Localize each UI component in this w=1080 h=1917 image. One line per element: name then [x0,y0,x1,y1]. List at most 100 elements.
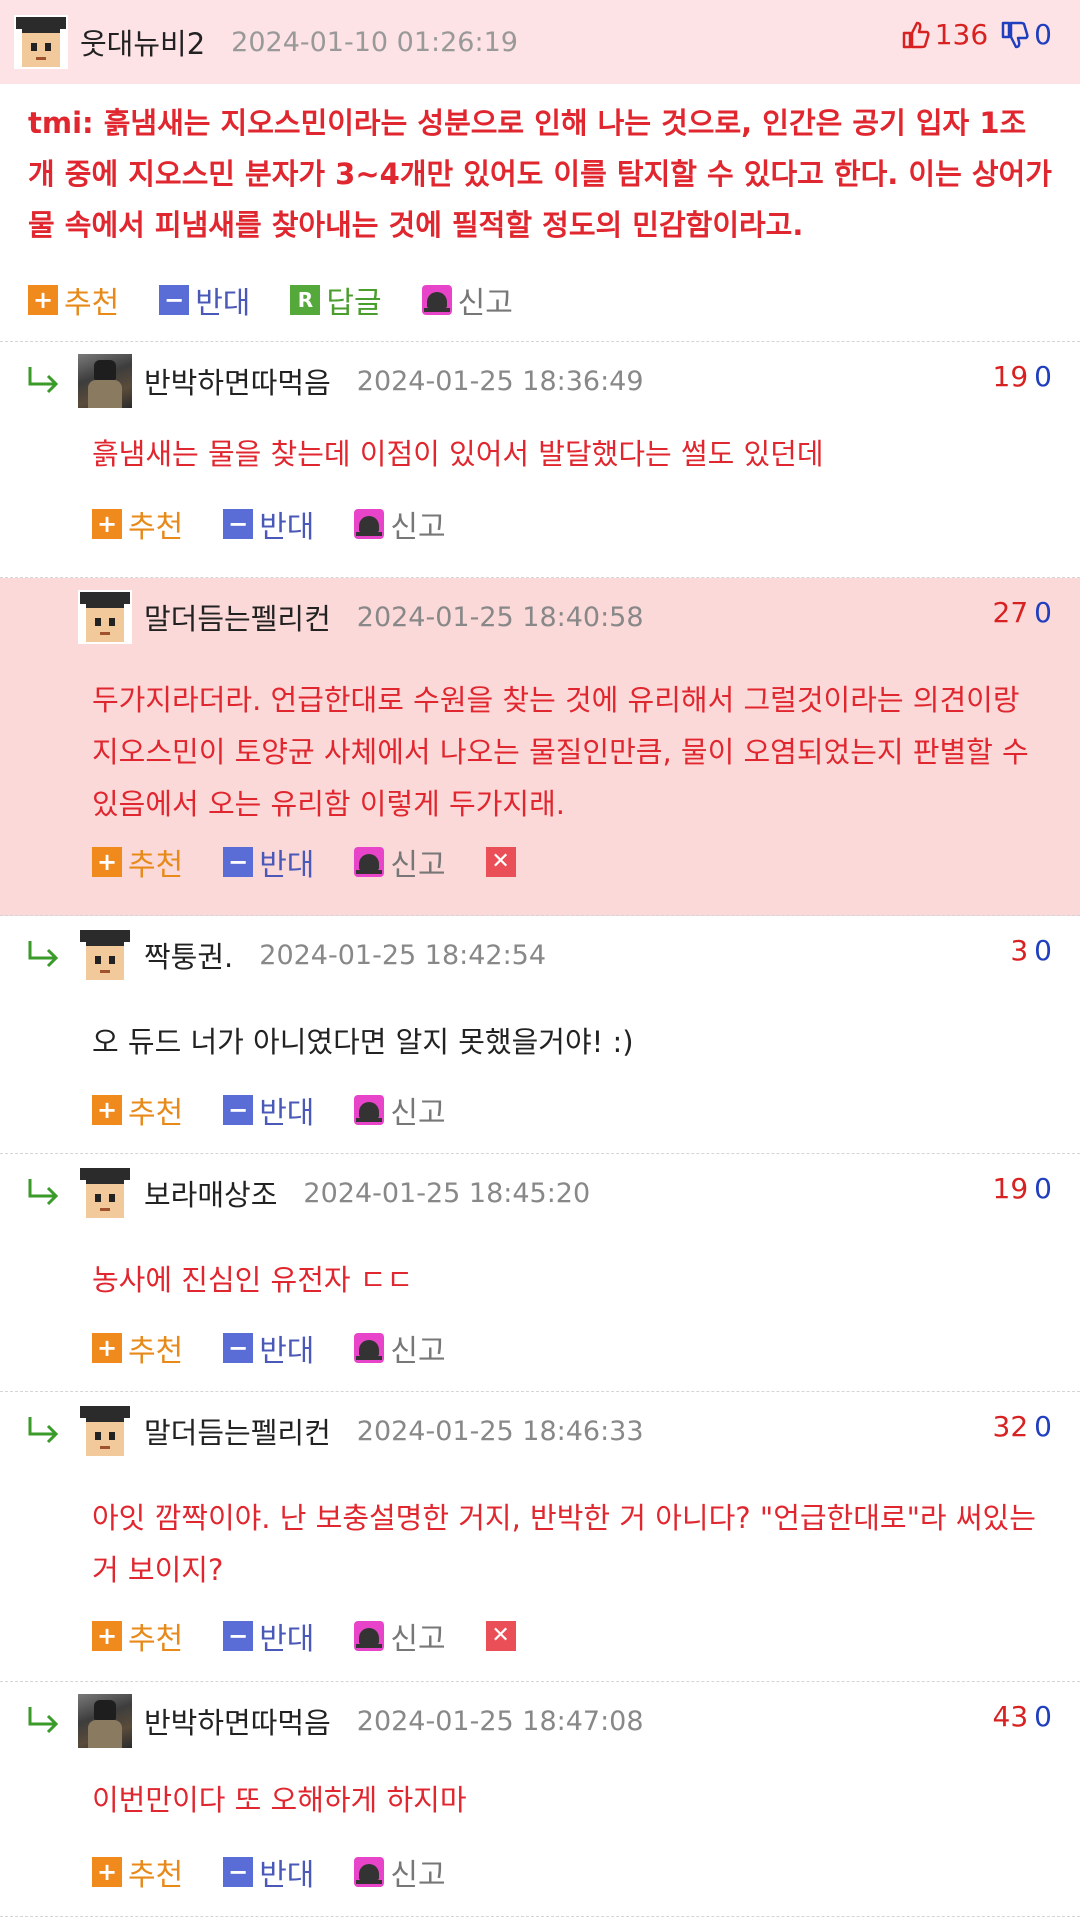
pixel-avatar[interactable] [78,1166,132,1220]
post-up-count: 136 [934,18,989,51]
recommend-label: 추천 [128,1096,184,1131]
comment-up-count: 27 [992,596,1029,629]
report-button[interactable]: 신고 [354,502,446,546]
recommend-label: 추천 [128,1334,184,1369]
post-author[interactable]: 웃대뉴비2 [80,21,205,63]
oppose-button[interactable]: − 반대 [223,1614,314,1658]
post-header: 웃대뉴비2 2024-01-10 01:26:19 136 0 [0,0,1080,84]
report-label: 신고 [390,1096,446,1131]
avatar[interactable] [14,15,68,69]
comment-up-count: 19 [992,1172,1029,1205]
comment-item: 짝퉁권. 2024-01-25 18:42:54 3 0 오 듀드 너가 아니였다면 알… [0,916,1080,1154]
reply-button[interactable]: R 답글 [290,278,382,322]
recommend-label: 추천 [128,1858,184,1893]
recommend-button[interactable]: + 추천 [92,502,183,546]
oppose-label: 반대 [259,1334,315,1369]
comment-author[interactable]: 짝퉁권. [144,934,233,976]
delete-icon[interactable]: ✕ [485,1621,516,1651]
oppose-label: 반대 [259,848,315,883]
comment-datetime: 2024-01-25 18:47:08 [356,1705,644,1737]
reply-arrow-icon [26,364,62,394]
post-body: tmi: 흙냄새는 지오스민이라는 성분으로 인해 나는 것으로, 인간은 공기… [28,106,1052,242]
knight-avatar[interactable] [78,1694,132,1748]
report-button[interactable]: 신고 [354,1326,446,1370]
comment-up-count: 43 [992,1700,1029,1733]
comment-actions: + 추천 − 반대 신고 ✕ [92,1614,516,1658]
oppose-button[interactable]: − 반대 [223,1088,314,1132]
comment-datetime: 2024-01-25 18:42:54 [259,939,547,971]
plus-icon: + [92,847,122,877]
pixel-avatar[interactable] [78,1404,132,1458]
report-button[interactable]: 신고 [354,1614,446,1658]
oppose-button[interactable]: − 반대 [223,502,314,546]
oppose-label: 반대 [259,1622,315,1657]
pixel-avatar[interactable] [78,928,132,982]
oppose-button[interactable]: − 반대 [159,278,250,322]
comment-author[interactable]: 말더듬는펠리컨 [144,596,331,638]
recommend-button[interactable]: + 추천 [92,1326,183,1370]
comment-down-count: 0 [1034,1700,1052,1733]
recommend-button[interactable]: + 추천 [92,1614,183,1658]
comment-up-count: 3 [1010,934,1029,967]
comment-datetime: 2024-01-25 18:46:33 [356,1415,644,1447]
recommend-label: 추천 [128,510,184,545]
comment-datetime: 2024-01-25 18:40:58 [356,601,644,633]
comment-actions: + 추천 − 반대 신고 [92,502,486,546]
comment-author[interactable]: 말더듬는펠리컨 [144,1410,331,1452]
siren-icon [421,285,452,315]
knight-avatar[interactable] [78,354,132,408]
comment-vote-counts: 27 0 [993,596,1052,629]
report-button[interactable]: 신고 [354,1850,446,1894]
thumbs-down-icon[interactable] [1000,20,1030,50]
report-button[interactable]: 신고 [421,278,513,322]
comment-header: 말더듬는펠리컨 2024-01-25 18:40:58 [78,590,644,644]
plus-icon: + [92,509,122,539]
minus-icon: − [223,1857,254,1887]
pixel-avatar[interactable] [78,590,132,644]
comment-item: 보라매상조 2024-01-25 18:45:20 19 0 농사에 진심인 유전자 ㄷ… [0,1154,1080,1392]
reply-icon: R [290,285,321,315]
minus-icon: − [223,1621,254,1651]
main-post: 웃대뉴비2 2024-01-10 01:26:19 136 0 tmi: 흙냄새… [0,0,1080,342]
delete-icon[interactable]: ✕ [485,847,516,877]
reply-label: 답글 [326,286,382,321]
plus-icon: + [92,1333,122,1363]
comment-author[interactable]: 반박하면따먹음 [144,360,331,402]
comment-down-count: 0 [1034,360,1052,393]
comment-header: 보라매상조 2024-01-25 18:45:20 [78,1166,590,1220]
report-button[interactable]: 신고 [354,1088,446,1132]
plus-icon: + [28,285,58,315]
oppose-button[interactable]: − 반대 [223,1850,314,1894]
comment-body: 두가지라더라. 언급한대로 수원을 찾는 것에 유리해서 그럴것이라는 의견이랑… [92,683,1029,821]
comment-header: 반박하면따먹음 2024-01-25 18:36:49 [78,354,644,408]
recommend-button[interactable]: + 추천 [92,1088,183,1132]
comment-author[interactable]: 반박하면따먹음 [144,1700,331,1742]
thumbs-up-icon[interactable] [901,20,931,50]
comment-down-count: 0 [1034,596,1052,629]
post-actions: + 추천 − 반대 R 답글 신고 [28,278,553,322]
oppose-button[interactable]: − 반대 [223,840,314,884]
reply-arrow-icon [26,1414,62,1444]
comment-datetime: 2024-01-25 18:36:49 [356,365,644,397]
post-vote-counts: 136 0 [901,18,1052,51]
comment-actions: + 추천 − 반대 신고 [92,1088,486,1132]
post-down-count: 0 [1034,18,1052,51]
comment-down-count: 0 [1034,1410,1052,1443]
comment-item: 말더듬는펠리컨 2024-01-25 18:46:33 32 0 아잇 깜짝이야. 난 … [0,1392,1080,1682]
report-button[interactable]: 신고 [354,840,446,884]
recommend-button[interactable]: + 추천 [28,278,119,322]
minus-icon: − [223,1333,254,1363]
siren-icon [354,1095,385,1125]
comment-vote-counts: 43 0 [993,1700,1052,1733]
comment-vote-counts: 32 0 [993,1410,1052,1443]
comment-header: 말더듬는펠리컨 2024-01-25 18:46:33 [78,1404,644,1458]
post-datetime: 2024-01-10 01:26:19 [231,26,518,58]
report-label: 신고 [390,1334,446,1369]
comment-actions: + 추천 − 반대 신고 ✕ [92,840,516,884]
recommend-button[interactable]: + 추천 [92,1850,183,1894]
oppose-button[interactable]: − 반대 [223,1326,314,1370]
recommend-button[interactable]: + 추천 [92,840,183,884]
minus-icon: − [223,1095,254,1125]
recommend-label: 추천 [128,848,184,883]
comment-author[interactable]: 보라매상조 [144,1172,277,1214]
